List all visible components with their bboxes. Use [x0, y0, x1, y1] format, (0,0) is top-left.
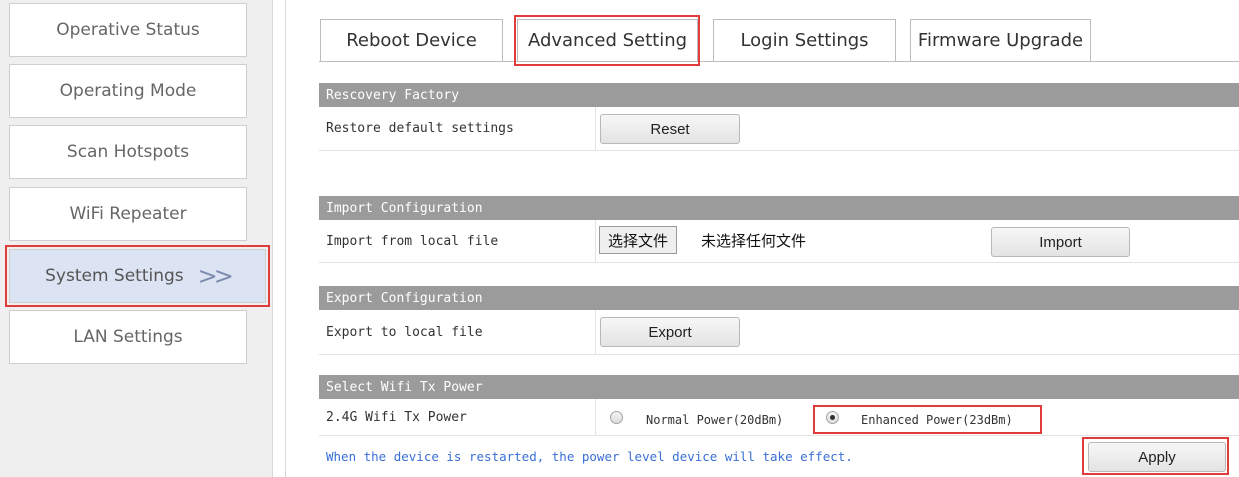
row-divider: [595, 399, 596, 435]
tab-label: Reboot Device: [346, 30, 477, 51]
enhanced-power-label: Enhanced Power(23dBm): [861, 413, 1013, 427]
tab-firmware-upgrade[interactable]: Firmware Upgrade: [910, 19, 1091, 62]
sidebar-item-operating-mode[interactable]: Operating Mode: [9, 64, 247, 118]
sidebar-item-operative-status[interactable]: Operative Status: [9, 3, 247, 57]
tab-label: Advanced Setting: [527, 30, 688, 51]
section-title: Import Configuration: [326, 200, 483, 216]
tab-label: Login Settings: [740, 30, 869, 51]
row-label: Import from local file: [326, 233, 499, 249]
import-row: Import from local file 选择文件 未选择任何文件 Impo…: [319, 220, 1239, 263]
row-divider: [595, 107, 596, 150]
sidebar-item-scan-hotspots[interactable]: Scan Hotspots: [9, 125, 247, 179]
section-header-export: Export Configuration: [319, 286, 1239, 310]
choose-file-button[interactable]: 选择文件: [599, 226, 678, 254]
section-header-recovery: Rescovery Factory: [319, 83, 1239, 107]
enhanced-power-radio[interactable]: [826, 411, 839, 424]
row-label: 2.4G Wifi Tx Power: [326, 409, 467, 425]
sidebar-item-system-settings[interactable]: System Settings >>: [9, 249, 266, 303]
normal-power-radio[interactable]: [610, 411, 623, 424]
section-title: Rescovery Factory: [326, 87, 460, 103]
tx-power-note: When the device is restarted, the power …: [326, 449, 853, 464]
tab-reboot-device[interactable]: Reboot Device: [320, 19, 503, 62]
sidebar-item-wifi-repeater[interactable]: WiFi Repeater: [9, 187, 247, 241]
row-label: Export to local file: [326, 324, 483, 340]
section-title: Select Wifi Tx Power: [326, 379, 483, 395]
row-divider: [595, 220, 596, 262]
sidebar-item-label: LAN Settings: [73, 327, 183, 347]
normal-power-label: Normal Power(20dBm): [646, 413, 784, 427]
tab-login-settings[interactable]: Login Settings: [713, 19, 896, 62]
section-header-tx-power: Select Wifi Tx Power: [319, 375, 1239, 399]
sidebar-item-label: WiFi Repeater: [69, 204, 187, 224]
tx-power-row: 2.4G Wifi Tx Power Normal Power(20dBm) E…: [319, 399, 1239, 436]
section-title: Export Configuration: [326, 290, 483, 306]
sidebar-item-lan-settings[interactable]: LAN Settings: [9, 310, 247, 364]
tx-power-note-row: When the device is restarted, the power …: [319, 436, 1239, 477]
reset-button[interactable]: Reset: [600, 114, 740, 144]
export-row: Export to local file Export: [319, 310, 1239, 355]
row-divider: [595, 310, 596, 354]
tab-label: Firmware Upgrade: [917, 30, 1084, 51]
sidebar-item-label: Operative Status: [56, 20, 200, 40]
tab-advanced-setting[interactable]: Advanced Setting: [517, 19, 698, 62]
sidebar-item-label: System Settings: [45, 266, 184, 286]
import-button[interactable]: Import: [991, 227, 1130, 257]
export-button[interactable]: Export: [600, 317, 740, 347]
sidebar-item-label: Scan Hotspots: [66, 142, 190, 162]
row-label: Restore default settings: [326, 121, 514, 136]
recovery-row: Restore default settings Reset: [319, 107, 1239, 151]
apply-button[interactable]: Apply: [1088, 442, 1226, 472]
double-chevron-right-icon: >>: [197, 262, 234, 290]
file-status-text: 未选择任何文件: [701, 231, 807, 250]
sidebar-divider: [272, 0, 286, 477]
sidebar-item-label: Operating Mode: [59, 81, 197, 101]
sidebar: Operative Status Operating Mode Scan Hot…: [0, 0, 272, 477]
section-header-import: Import Configuration: [319, 196, 1239, 220]
